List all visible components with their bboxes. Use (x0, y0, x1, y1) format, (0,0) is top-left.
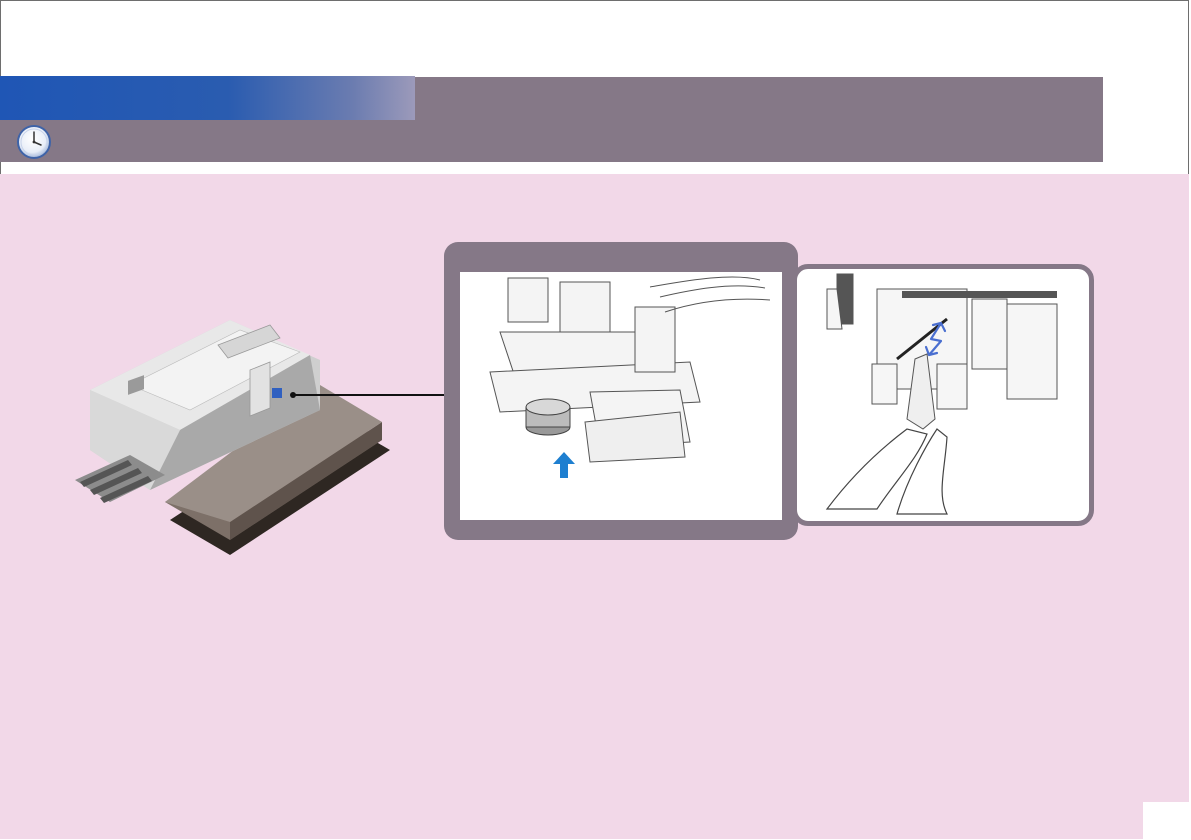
header-subtitle-bar (0, 120, 1103, 162)
printer-illustration (70, 290, 390, 560)
step2-panel (792, 264, 1094, 526)
double-arrow-icon (923, 321, 949, 357)
header-title-bar (0, 76, 415, 120)
cleaning-with-cloth-illustration (797, 269, 1089, 521)
header-bar-right (415, 77, 1103, 120)
up-arrow-icon (553, 452, 575, 478)
clock-icon (16, 124, 52, 160)
page-number-tab (1143, 802, 1189, 840)
callout-connector (290, 392, 450, 398)
detail-closeup-illustration (460, 272, 782, 520)
